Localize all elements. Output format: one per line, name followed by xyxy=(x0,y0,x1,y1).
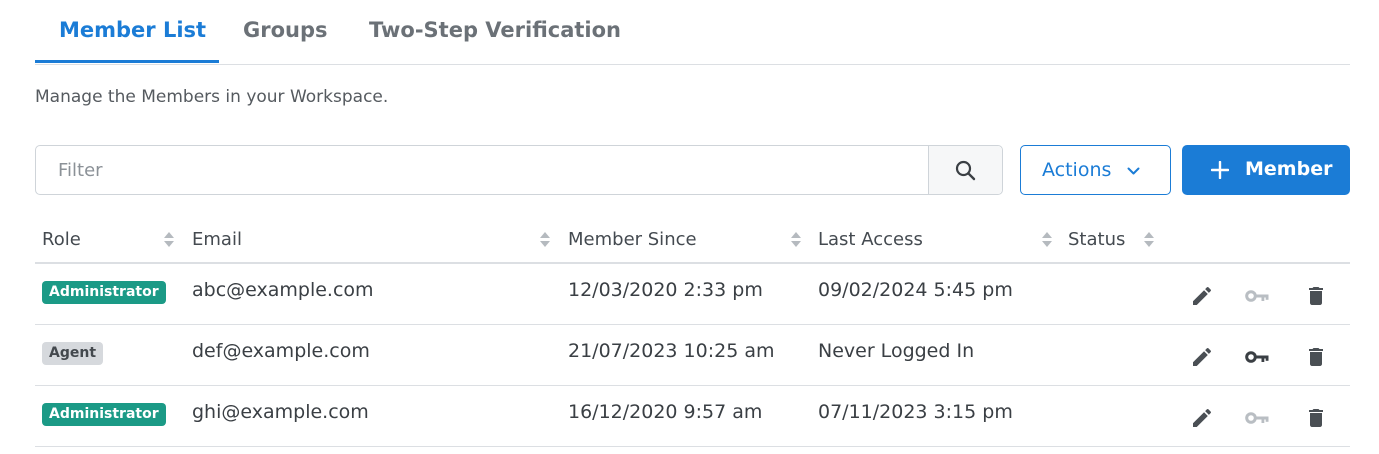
delete-member-button[interactable] xyxy=(1304,406,1330,430)
chevron-down-icon xyxy=(1127,167,1140,175)
table-row: Agent def@example.com 21/07/2023 10:25 a… xyxy=(35,325,1350,386)
page-description: Manage the Members in your Workspace. xyxy=(35,87,389,107)
role-badge: Administrator xyxy=(42,281,166,304)
role-badge: Administrator xyxy=(42,403,166,426)
role-badge: Agent xyxy=(42,342,104,365)
column-header-last-access[interactable]: Last Access xyxy=(818,229,923,250)
plus-icon xyxy=(1211,161,1229,179)
key-icon xyxy=(1245,351,1269,363)
table-row: Administrator abc@example.com 12/03/2020… xyxy=(35,264,1350,325)
delete-member-button[interactable] xyxy=(1304,284,1330,308)
column-header-role[interactable]: Role xyxy=(42,229,81,250)
reset-password-button[interactable] xyxy=(1244,406,1270,430)
member-email: abc@example.com xyxy=(192,279,374,301)
search-icon xyxy=(955,160,976,181)
member-since: 16/12/2020 9:57 am xyxy=(568,401,763,423)
filter-box xyxy=(35,145,1003,195)
reset-password-button[interactable] xyxy=(1244,345,1270,369)
member-since: 12/03/2020 2:33 pm xyxy=(568,279,763,301)
last-access: 09/02/2024 5:45 pm xyxy=(818,279,1013,301)
add-member-label: Member xyxy=(1245,158,1333,180)
sort-status-icon[interactable] xyxy=(1144,232,1154,248)
member-email: ghi@example.com xyxy=(192,401,369,423)
last-access: Never Logged In xyxy=(818,340,975,362)
add-member-button[interactable]: Member xyxy=(1182,145,1350,195)
trash-icon xyxy=(1309,348,1323,366)
tab-member-list[interactable]: Member List xyxy=(59,18,206,42)
reset-password-button[interactable] xyxy=(1244,284,1270,308)
actions-dropdown-button[interactable]: Actions xyxy=(1020,145,1171,195)
actions-label: Actions xyxy=(1042,159,1112,181)
edit-member-button[interactable] xyxy=(1190,345,1216,369)
key-icon xyxy=(1245,412,1269,424)
trash-icon xyxy=(1309,409,1323,427)
column-header-email[interactable]: Email xyxy=(192,229,242,250)
filter-input[interactable] xyxy=(36,146,928,194)
members-table: Role Email Member Since Last Access Stat… xyxy=(35,218,1350,447)
trash-icon xyxy=(1309,287,1323,305)
search-button[interactable] xyxy=(928,146,1002,194)
sort-last-access-icon[interactable] xyxy=(1042,232,1052,248)
tab-bar: Member List Groups Two-Step Verification xyxy=(35,0,1350,65)
sort-member-since-icon[interactable] xyxy=(791,232,801,248)
table-row: Administrator ghi@example.com 16/12/2020… xyxy=(35,386,1350,447)
pencil-icon xyxy=(1193,286,1212,305)
member-email: def@example.com xyxy=(192,340,370,362)
sort-email-icon[interactable] xyxy=(540,232,550,248)
tab-groups[interactable]: Groups xyxy=(243,18,328,42)
column-header-status[interactable]: Status xyxy=(1068,229,1125,250)
member-since: 21/07/2023 10:25 am xyxy=(568,340,775,362)
pencil-icon xyxy=(1193,408,1212,427)
active-tab-indicator xyxy=(35,60,219,63)
sort-role-icon[interactable] xyxy=(164,232,174,248)
table-header: Role Email Member Since Last Access Stat… xyxy=(35,218,1350,264)
pencil-icon xyxy=(1193,347,1212,366)
last-access: 07/11/2023 3:15 pm xyxy=(818,401,1013,423)
key-icon xyxy=(1245,290,1269,302)
column-header-member-since[interactable]: Member Since xyxy=(568,229,697,250)
delete-member-button[interactable] xyxy=(1304,345,1330,369)
tab-two-step-verification[interactable]: Two-Step Verification xyxy=(369,18,621,42)
edit-member-button[interactable] xyxy=(1190,284,1216,308)
edit-member-button[interactable] xyxy=(1190,406,1216,430)
